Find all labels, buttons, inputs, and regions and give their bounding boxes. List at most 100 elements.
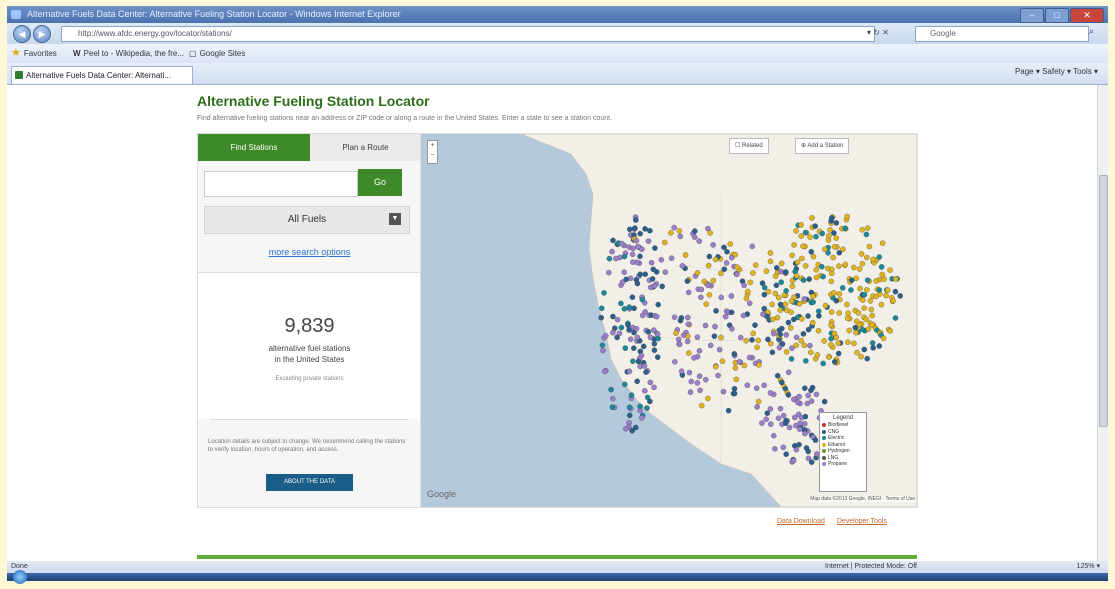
station-marker[interactable] bbox=[759, 280, 766, 286]
station-marker[interactable] bbox=[625, 322, 631, 328]
station-marker[interactable] bbox=[673, 330, 679, 336]
station-marker[interactable] bbox=[848, 287, 854, 293]
station-marker[interactable] bbox=[601, 290, 607, 296]
station-marker[interactable] bbox=[802, 430, 808, 437]
minimize-button[interactable]: – bbox=[1020, 8, 1044, 23]
station-marker[interactable] bbox=[772, 273, 779, 279]
station-marker[interactable] bbox=[785, 369, 792, 376]
station-marker[interactable] bbox=[864, 355, 870, 362]
station-marker[interactable] bbox=[630, 259, 636, 265]
station-marker[interactable] bbox=[639, 312, 646, 319]
station-marker[interactable] bbox=[801, 342, 808, 349]
address-bar[interactable]: http://www.afdc.energy.gov/locator/stati… bbox=[61, 26, 875, 42]
more-search-options-link[interactable]: more search options bbox=[198, 247, 421, 257]
station-marker[interactable] bbox=[755, 337, 761, 344]
station-marker[interactable] bbox=[788, 298, 795, 305]
station-marker[interactable] bbox=[734, 264, 740, 270]
station-marker[interactable] bbox=[771, 330, 777, 337]
station-marker[interactable] bbox=[647, 398, 653, 405]
station-marker[interactable] bbox=[776, 327, 783, 333]
favorites-button[interactable]: ★ Favorites bbox=[11, 44, 57, 63]
station-marker[interactable] bbox=[844, 301, 850, 308]
station-marker[interactable] bbox=[767, 250, 774, 256]
station-marker[interactable] bbox=[819, 230, 825, 237]
station-marker[interactable] bbox=[729, 326, 735, 332]
station-marker[interactable] bbox=[647, 334, 654, 341]
station-marker[interactable] bbox=[633, 326, 640, 332]
station-marker[interactable] bbox=[706, 253, 713, 260]
station-marker[interactable] bbox=[712, 363, 719, 370]
station-marker[interactable] bbox=[805, 326, 812, 333]
station-marker[interactable] bbox=[648, 259, 655, 266]
station-marker[interactable] bbox=[805, 392, 811, 399]
station-marker[interactable] bbox=[828, 278, 835, 285]
station-marker[interactable] bbox=[816, 313, 822, 319]
station-marker[interactable] bbox=[893, 276, 899, 282]
station-marker[interactable] bbox=[859, 227, 865, 233]
station-marker[interactable] bbox=[857, 285, 863, 292]
station-marker[interactable] bbox=[794, 399, 801, 406]
station-marker[interactable] bbox=[833, 297, 840, 304]
station-marker[interactable] bbox=[855, 310, 862, 316]
station-marker[interactable] bbox=[737, 334, 744, 341]
station-marker[interactable] bbox=[848, 277, 855, 283]
station-marker[interactable] bbox=[785, 392, 792, 398]
station-marker[interactable] bbox=[789, 252, 795, 259]
station-marker[interactable] bbox=[694, 270, 701, 276]
station-marker[interactable] bbox=[686, 350, 692, 356]
station-map[interactable]: + − ☐ Related ⊕ Add a Station Legend Bio… bbox=[420, 133, 918, 508]
add-station-button[interactable]: ⊕ Add a Station bbox=[795, 138, 850, 154]
station-marker[interactable] bbox=[809, 215, 815, 221]
station-marker[interactable] bbox=[743, 295, 750, 302]
station-marker[interactable] bbox=[633, 238, 640, 244]
station-marker[interactable] bbox=[640, 343, 647, 350]
station-marker[interactable] bbox=[807, 234, 813, 240]
station-marker[interactable] bbox=[831, 359, 838, 365]
station-marker[interactable] bbox=[830, 254, 836, 261]
station-marker[interactable] bbox=[798, 233, 805, 239]
station-marker[interactable] bbox=[799, 316, 805, 322]
station-marker[interactable] bbox=[761, 382, 767, 389]
station-marker[interactable] bbox=[802, 413, 809, 420]
station-marker[interactable] bbox=[873, 293, 879, 300]
station-marker[interactable] bbox=[753, 385, 760, 391]
station-marker[interactable] bbox=[628, 392, 635, 398]
station-marker[interactable] bbox=[630, 245, 636, 252]
station-marker[interactable] bbox=[869, 312, 875, 319]
station-marker[interactable] bbox=[740, 312, 747, 319]
station-marker[interactable] bbox=[691, 234, 698, 240]
station-marker[interactable] bbox=[692, 228, 698, 234]
station-marker[interactable] bbox=[864, 225, 871, 231]
station-marker[interactable] bbox=[697, 387, 703, 394]
station-marker[interactable] bbox=[821, 398, 828, 405]
station-marker[interactable] bbox=[864, 254, 870, 261]
station-marker[interactable] bbox=[775, 294, 782, 301]
station-marker[interactable] bbox=[642, 226, 648, 232]
station-marker[interactable] bbox=[831, 290, 837, 296]
station-marker[interactable] bbox=[790, 457, 797, 464]
about-the-data-button[interactable]: ABOUT THE DATA bbox=[266, 474, 353, 491]
station-marker[interactable] bbox=[712, 323, 718, 330]
station-marker[interactable] bbox=[876, 343, 883, 349]
station-marker[interactable] bbox=[803, 358, 809, 364]
station-marker[interactable] bbox=[883, 292, 889, 299]
station-marker[interactable] bbox=[662, 239, 668, 246]
station-marker[interactable] bbox=[860, 297, 866, 303]
station-marker[interactable] bbox=[782, 420, 789, 426]
station-marker[interactable] bbox=[688, 378, 695, 385]
station-marker[interactable] bbox=[812, 437, 819, 443]
station-marker[interactable] bbox=[641, 363, 648, 369]
station-marker[interactable] bbox=[804, 400, 811, 407]
station-marker[interactable] bbox=[685, 289, 692, 296]
station-marker[interactable] bbox=[627, 226, 633, 233]
station-marker[interactable] bbox=[789, 345, 795, 351]
station-marker[interactable] bbox=[677, 233, 684, 240]
station-marker[interactable] bbox=[836, 263, 842, 269]
station-marker[interactable] bbox=[861, 292, 868, 298]
station-marker[interactable] bbox=[626, 404, 633, 411]
station-marker[interactable] bbox=[822, 302, 829, 309]
station-marker[interactable] bbox=[783, 269, 789, 275]
station-marker[interactable] bbox=[672, 359, 678, 365]
station-marker[interactable] bbox=[798, 222, 804, 228]
station-marker[interactable] bbox=[769, 301, 775, 308]
